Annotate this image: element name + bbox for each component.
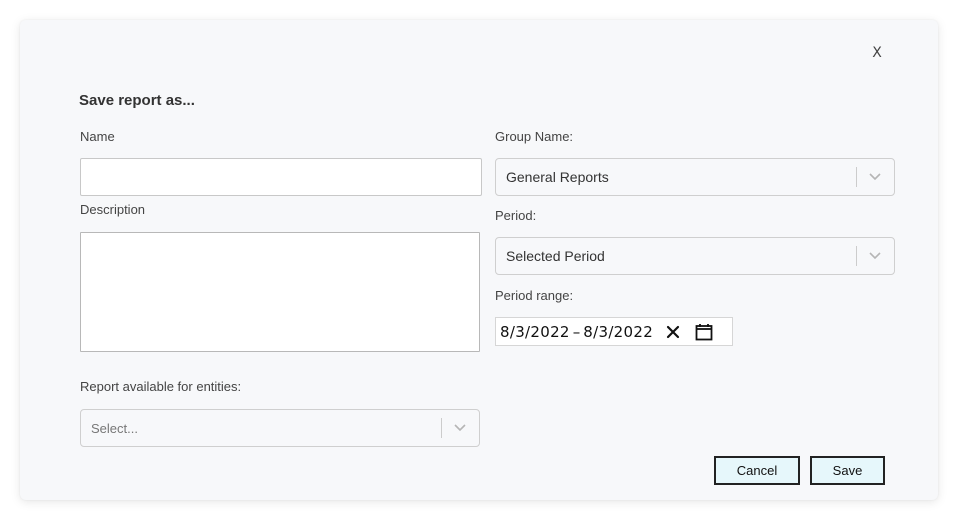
entities-label: Report available for entities: [80,379,242,394]
group-name-label: Group Name: [495,129,574,144]
chevron-down-icon[interactable] [449,410,471,446]
clear-icon[interactable] [665,324,681,340]
save-report-dialog: X Save report as... Name Description Rep… [20,20,938,500]
close-icon: X [872,45,882,61]
name-label: Name [80,129,115,144]
period-range-picker[interactable]: 8/3/2022 – 8/3/2022 [495,317,733,346]
entities-select[interactable]: Select... [80,409,480,447]
period-select[interactable]: Selected Period [495,237,895,275]
save-button[interactable]: Save [810,456,885,485]
cancel-button[interactable]: Cancel [714,456,800,485]
chevron-down-icon[interactable] [864,238,886,274]
dialog-title: Save report as... [79,92,195,109]
chevron-down-icon[interactable] [864,159,886,195]
entities-select-placeholder: Select... [91,420,138,436]
select-separator [856,246,857,266]
group-name-select[interactable]: General Reports [495,158,895,196]
calendar-icon[interactable] [695,323,713,341]
select-separator [856,167,857,187]
period-label: Period: [495,208,537,223]
group-name-selected: General Reports [506,169,609,185]
period-range-separator: – [572,322,581,341]
period-range-end[interactable]: 8/3/2022 [583,323,653,341]
description-textarea[interactable] [80,232,480,352]
period-range-start[interactable]: 8/3/2022 [496,323,570,341]
description-label: Description [80,202,146,217]
period-selected: Selected Period [506,248,605,264]
name-input[interactable] [80,158,482,196]
close-button[interactable]: X [868,44,886,62]
select-separator [441,418,442,438]
period-range-label: Period range: [495,288,574,303]
